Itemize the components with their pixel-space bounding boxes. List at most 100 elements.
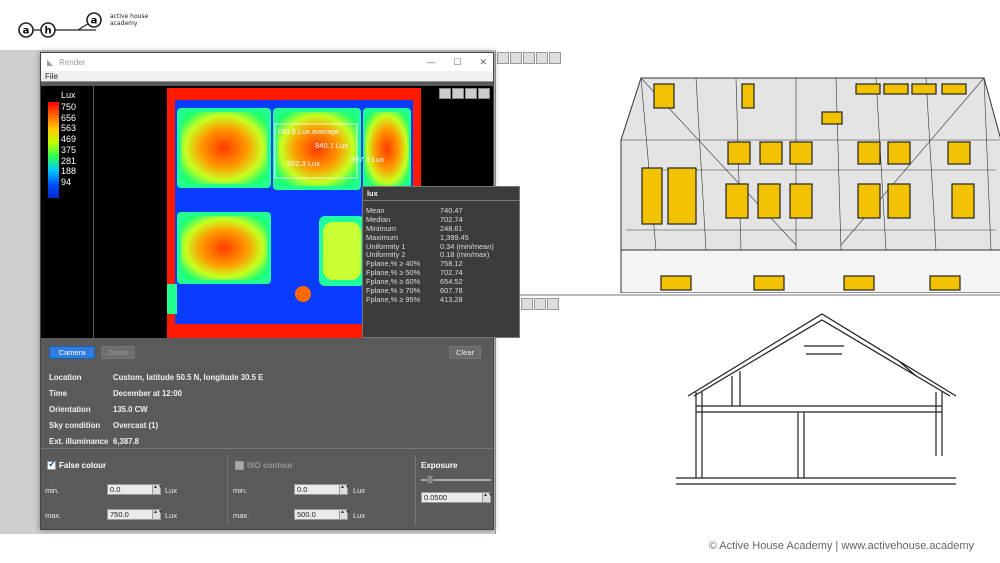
view-tool-icon[interactable] (523, 52, 535, 64)
roof-drawing (620, 77, 1000, 294)
render-tool-icon[interactable] (439, 88, 451, 99)
info-key: Location (49, 373, 82, 382)
menu-bar: File (41, 71, 493, 82)
section-view[interactable] (495, 294, 1000, 534)
exposure-input[interactable]: 0.0500 ▲▼ (421, 492, 493, 503)
iso-contour-max-input[interactable]: 500.0 ▲▼ (294, 509, 350, 520)
spinner-icon[interactable]: ▲▼ (339, 509, 350, 520)
logo-letter-a1: a (23, 26, 30, 37)
info-value: Overcast (1) (113, 421, 159, 430)
spinner-icon[interactable]: ▲▼ (152, 484, 163, 495)
section-drawing (676, 313, 957, 485)
brand-name-line2: academy (110, 20, 138, 27)
render-tool-icon[interactable] (452, 88, 464, 99)
window-title: Render (59, 57, 86, 67)
statistics-title: lux (363, 187, 519, 201)
render-controls: Camera Zones Clear Location Custom, latit… (41, 339, 493, 529)
legend-value: 375 (61, 144, 77, 155)
render-tool-icon[interactable] (478, 88, 490, 99)
false-colour-min-value: 0.0 (110, 485, 121, 494)
false-colour-label: False colour (59, 461, 107, 470)
view-tool-icon[interactable] (510, 52, 522, 64)
maximize-icon[interactable]: ☐ (453, 57, 461, 68)
view-tool-icon[interactable] (534, 298, 546, 310)
view-tool-icon[interactable] (497, 52, 509, 64)
legend-unit: Lux (61, 90, 76, 100)
statistics-panel: lux Mean 740.47 Median 702.74 Minimum 248.61 M… (362, 186, 520, 338)
legend-value: 281 (61, 155, 77, 166)
false-colour-min-label: min. (45, 486, 60, 495)
iso-contour-label: ISO contour (247, 461, 293, 470)
legend-divider (93, 86, 94, 338)
annotation-average: 740.5 Lux average (277, 127, 339, 136)
info-key: Orientation (49, 405, 91, 414)
info-row: Sky condition Overcast (1) (49, 418, 263, 434)
iso-contour-min-input[interactable]: 0.0 ▲▼ (294, 484, 350, 495)
legend-value: 656 (61, 112, 77, 123)
exposure-slider-handle[interactable] (427, 475, 433, 484)
zones-button[interactable]: Zones (101, 346, 135, 359)
footer-credit: © Active House Academy | www.activehouse… (708, 540, 974, 552)
exposure-value: 0.0500 (424, 493, 447, 502)
logo-letter-a2: a (91, 16, 98, 27)
render-info: Location Custom, latitude 50.5 N, longitu… (49, 370, 263, 450)
spinner-icon[interactable]: ▲▼ (482, 492, 493, 503)
divider (415, 455, 416, 525)
annotation-point: 697.3 Lux (351, 155, 384, 164)
statistics-key: Fplane,% ≥ 95% (366, 294, 421, 304)
statistics-row: Fplane,% ≥ 95% 413.28 (366, 294, 516, 305)
false-colour-min-unit: Lux (165, 486, 178, 495)
legend-value: 188 (61, 166, 77, 177)
app-icon: ◣ (47, 57, 54, 67)
statistics-rows: Mean 740.47 Median 702.74 Minimum 248.61 Maxim… (363, 201, 519, 305)
roof-3d-view[interactable] (495, 50, 1000, 294)
info-value: December at 12:00 (113, 389, 182, 398)
render-toolbar[interactable] (439, 88, 490, 99)
legend-colour-bar (48, 102, 59, 198)
clear-button[interactable]: Clear (449, 346, 481, 359)
info-row: Orientation 135.0 CW (49, 402, 263, 418)
close-icon[interactable]: ✕ (479, 57, 487, 68)
view-tool-icon[interactable] (549, 52, 561, 64)
legend-value: 469 (61, 134, 77, 145)
iso-contour-min-value: 0.0 (297, 485, 308, 494)
statistics-value: 413.28 (440, 294, 463, 304)
false-colour-min-input[interactable]: 0.0 ▲▼ (107, 484, 163, 495)
false-colour-legend: Lux 750 656 563 469 375 281 188 94 (43, 88, 95, 338)
camera-button[interactable]: Camera (49, 346, 95, 359)
iso-contour-option[interactable]: ISO contour (235, 461, 293, 470)
minimize-icon[interactable]: — (426, 57, 435, 68)
view-tool-icon[interactable] (547, 298, 559, 310)
legend-value: 94 (61, 176, 72, 187)
iso-contour-min-unit: Lux (353, 486, 366, 495)
legend-value: 750 (61, 102, 77, 112)
annotation-point: 840.1 Lux (315, 141, 348, 150)
false-colour-max-unit: Lux (165, 511, 178, 520)
render-tool-icon[interactable] (465, 88, 477, 99)
brand-name-line1: active house (110, 13, 149, 20)
view-tool-icon[interactable] (536, 52, 548, 64)
view-toolbar-bottom[interactable] (521, 298, 559, 310)
brand-name: active house academy (110, 13, 170, 27)
iso-contour-min-label: min. (233, 486, 248, 495)
exposure-label: Exposure (421, 461, 458, 470)
window-titlebar[interactable]: ◣ Render — ☐ ✕ (41, 53, 493, 71)
false-colour-option[interactable]: False colour (47, 459, 107, 470)
false-colour-checkbox[interactable] (47, 459, 56, 470)
iso-contour-max-value: 500.0 (297, 510, 316, 519)
view-toolbar-top[interactable] (497, 52, 561, 64)
iso-contour-max-unit: Lux (353, 511, 366, 520)
menu-file[interactable]: File (45, 72, 58, 81)
false-colour-max-value: 750.0 (110, 510, 129, 519)
logo-letter-h: h (44, 26, 51, 37)
iso-contour-checkbox[interactable] (235, 461, 244, 470)
controls-separator (41, 448, 493, 449)
view-tool-icon[interactable] (521, 298, 533, 310)
false-colour-max-label: max. (45, 511, 62, 520)
legend-values: 750 656 563 469 375 281 188 94 (61, 102, 76, 188)
false-colour-max-input[interactable]: 750.0 ▲▼ (107, 509, 163, 520)
legend-value: 563 (61, 123, 77, 134)
iso-contour-max-label: max. (233, 511, 250, 520)
spinner-icon[interactable]: ▲▼ (339, 484, 350, 495)
spinner-icon[interactable]: ▲▼ (152, 509, 163, 520)
